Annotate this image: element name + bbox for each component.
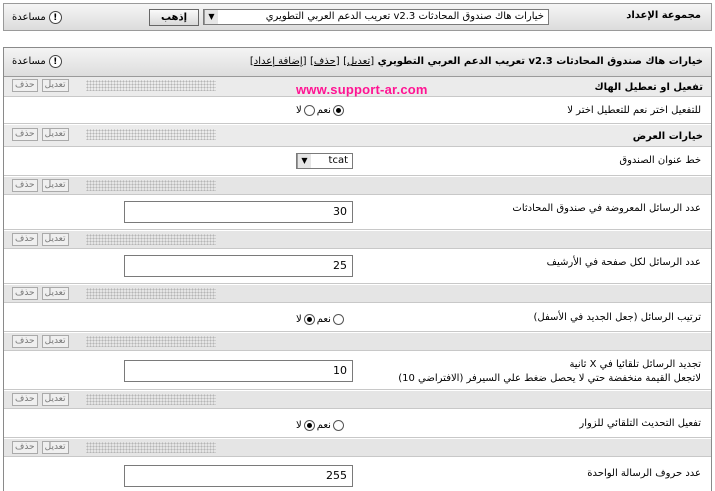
section-title-enable: تفعيل او تعطيل الهاك: [594, 82, 703, 93]
setting-label: تجديد الرسائل تلقائيا في X ثانية: [569, 359, 701, 370]
delete-link[interactable]: حذف: [12, 393, 38, 406]
radio-no-label: لا: [296, 105, 302, 116]
dotted-separator: [86, 336, 216, 347]
setting-controls: حذف تعديل: [4, 77, 224, 95]
edit-link[interactable]: تعديل: [41, 179, 69, 192]
setting-messages-per-archive-page: عدد الرسائل لكل صفحة في الأرشيف 25: [4, 250, 711, 284]
settings-panel: ! مساعدة خيارات هاك صندوق المحادثات v2.3…: [3, 47, 712, 491]
panel-help-link[interactable]: ! مساعدة: [12, 55, 62, 68]
help-warning-icon: !: [48, 10, 62, 24]
edit-link[interactable]: تعديل: [41, 233, 69, 246]
edit-link[interactable]: تعديل: [41, 128, 69, 141]
setting-max-message-chars: عدد حروف الرسالة الواحدة 255: [4, 458, 711, 491]
radio-no[interactable]: [303, 420, 315, 431]
edit-link[interactable]: تعديل: [41, 287, 69, 300]
go-button[interactable]: إذهب: [149, 9, 199, 26]
setting-label: تفعيل التحديث التلقائي للزوار: [579, 418, 701, 429]
radio-yes[interactable]: [332, 105, 344, 116]
setting-controls: حذف تعديل: [4, 126, 224, 144]
setting-controls: حذف تعديل: [4, 231, 711, 249]
setting-label: عدد الرسائل لكل صفحة في الأرشيف: [546, 257, 701, 268]
dotted-separator: [86, 129, 216, 140]
settings-group-select[interactable]: ▼ خيارات هاك صندوق المحادثات v2.3 تعريب …: [203, 9, 549, 25]
setting-guest-auto-refresh: تفعيل التحديث التلقائي للزوار نعم لا: [4, 410, 711, 438]
setting-messages-in-box: عدد الرسائل المعروضة في صندوق المحادثات …: [4, 196, 711, 230]
settings-group-label: مجموعة الإعداد: [626, 10, 701, 21]
setting-controls: حذف تعديل: [4, 439, 711, 457]
auto-refresh-input[interactable]: 10: [124, 360, 353, 382]
delete-link[interactable]: حذف: [12, 79, 38, 92]
radio-no[interactable]: [303, 314, 315, 325]
box-title-font-value: tcat: [328, 155, 348, 166]
setting-enable-hack: للتفعيل اختر نعم للتعطيل اختر لا نعم لا: [4, 98, 711, 124]
radio-no[interactable]: [303, 105, 315, 116]
panel-edit-link[interactable]: تعديل: [347, 56, 370, 67]
top-help-label: مساعدة: [12, 11, 46, 23]
help-warning-icon: !: [48, 55, 62, 68]
chevron-down-icon[interactable]: ▼: [297, 154, 311, 168]
setting-label: عدد حروف الرسالة الواحدة: [587, 468, 701, 479]
watermark-text: www.support-ar.com: [296, 82, 428, 97]
top-help-link[interactable]: ! مساعدة: [12, 9, 62, 25]
dotted-separator: [86, 442, 216, 453]
settings-group-select-value: خيارات هاك صندوق المحادثات v2.3 تعريب ال…: [265, 11, 544, 22]
dotted-separator: [86, 180, 216, 191]
message-order-radio-group: نعم لا: [296, 314, 344, 325]
setting-description: لاتجعل القيمة منخفضة حتي لا يحصل ضغط علي…: [398, 373, 701, 384]
panel-delete-link[interactable]: حذف: [314, 56, 336, 67]
box-title-font-select[interactable]: ▼ tcat: [296, 153, 353, 169]
panel-header: ! مساعدة خيارات هاك صندوق المحادثات v2.3…: [4, 48, 711, 77]
panel-add-setting-link[interactable]: إضافة إعداد: [254, 56, 303, 67]
radio-yes[interactable]: [332, 314, 344, 325]
radio-yes-label: نعم: [316, 105, 331, 116]
edit-link[interactable]: تعديل: [41, 335, 69, 348]
messages-per-archive-page-input[interactable]: 25: [124, 255, 353, 277]
section-title-display: خيارات العرض: [632, 131, 703, 142]
setting-label: عدد الرسائل المعروضة في صندوق المحادثات: [512, 203, 701, 214]
radio-yes[interactable]: [332, 420, 344, 431]
radio-no-label: لا: [296, 420, 302, 431]
radio-yes-label: نعم: [316, 420, 331, 431]
setting-label: ترتيب الرسائل (جعل الجديد في الأسفل): [533, 312, 702, 323]
panel-title-text: خيارات هاك صندوق المحادثات v2.3 تعريب ال…: [377, 56, 703, 67]
dotted-separator: [86, 80, 216, 91]
delete-link[interactable]: حذف: [12, 335, 38, 348]
setting-message-order: ترتيب الرسائل (جعل الجديد في الأسفل) نعم…: [4, 304, 711, 332]
edit-link[interactable]: تعديل: [41, 79, 69, 92]
edit-link[interactable]: تعديل: [41, 393, 69, 406]
setting-controls: حذف تعديل: [4, 285, 711, 303]
guest-auto-refresh-radio-group: نعم لا: [296, 420, 344, 431]
max-message-chars-input[interactable]: 255: [124, 465, 353, 487]
dotted-separator: [86, 234, 216, 245]
enable-hack-radio-group: نعم لا: [296, 105, 344, 116]
setting-controls: حذف تعديل: [4, 177, 711, 195]
panel-help-label: مساعدة: [12, 56, 46, 67]
delete-link[interactable]: حذف: [12, 179, 38, 192]
delete-link[interactable]: حذف: [12, 233, 38, 246]
setting-controls: حذف تعديل: [4, 391, 711, 409]
delete-link[interactable]: حذف: [12, 128, 38, 141]
dotted-separator: [86, 288, 216, 299]
setting-auto-refresh: تجديد الرسائل تلقائيا في X ثانية لاتجعل …: [4, 352, 711, 390]
delete-link[interactable]: حذف: [12, 441, 38, 454]
delete-link[interactable]: حذف: [12, 287, 38, 300]
setting-box-title-font: خط عنوان الصندوق ▼ tcat: [4, 148, 711, 176]
panel-title: خيارات هاك صندوق المحادثات v2.3 تعريب ال…: [249, 56, 703, 67]
radio-yes-label: نعم: [316, 314, 331, 325]
messages-in-box-input[interactable]: 30: [124, 201, 353, 223]
settings-group-bar: ! مساعدة إذهب ▼ خيارات هاك صندوق المحادث…: [3, 3, 712, 31]
chevron-down-icon[interactable]: ▼: [204, 10, 218, 24]
radio-no-label: لا: [296, 314, 302, 325]
dotted-separator: [86, 394, 216, 405]
setting-label: للتفعيل اختر نعم للتعطيل اختر لا: [567, 105, 701, 116]
setting-controls: حذف تعديل: [4, 333, 711, 351]
edit-link[interactable]: تعديل: [41, 441, 69, 454]
setting-label: خط عنوان الصندوق: [619, 155, 701, 166]
